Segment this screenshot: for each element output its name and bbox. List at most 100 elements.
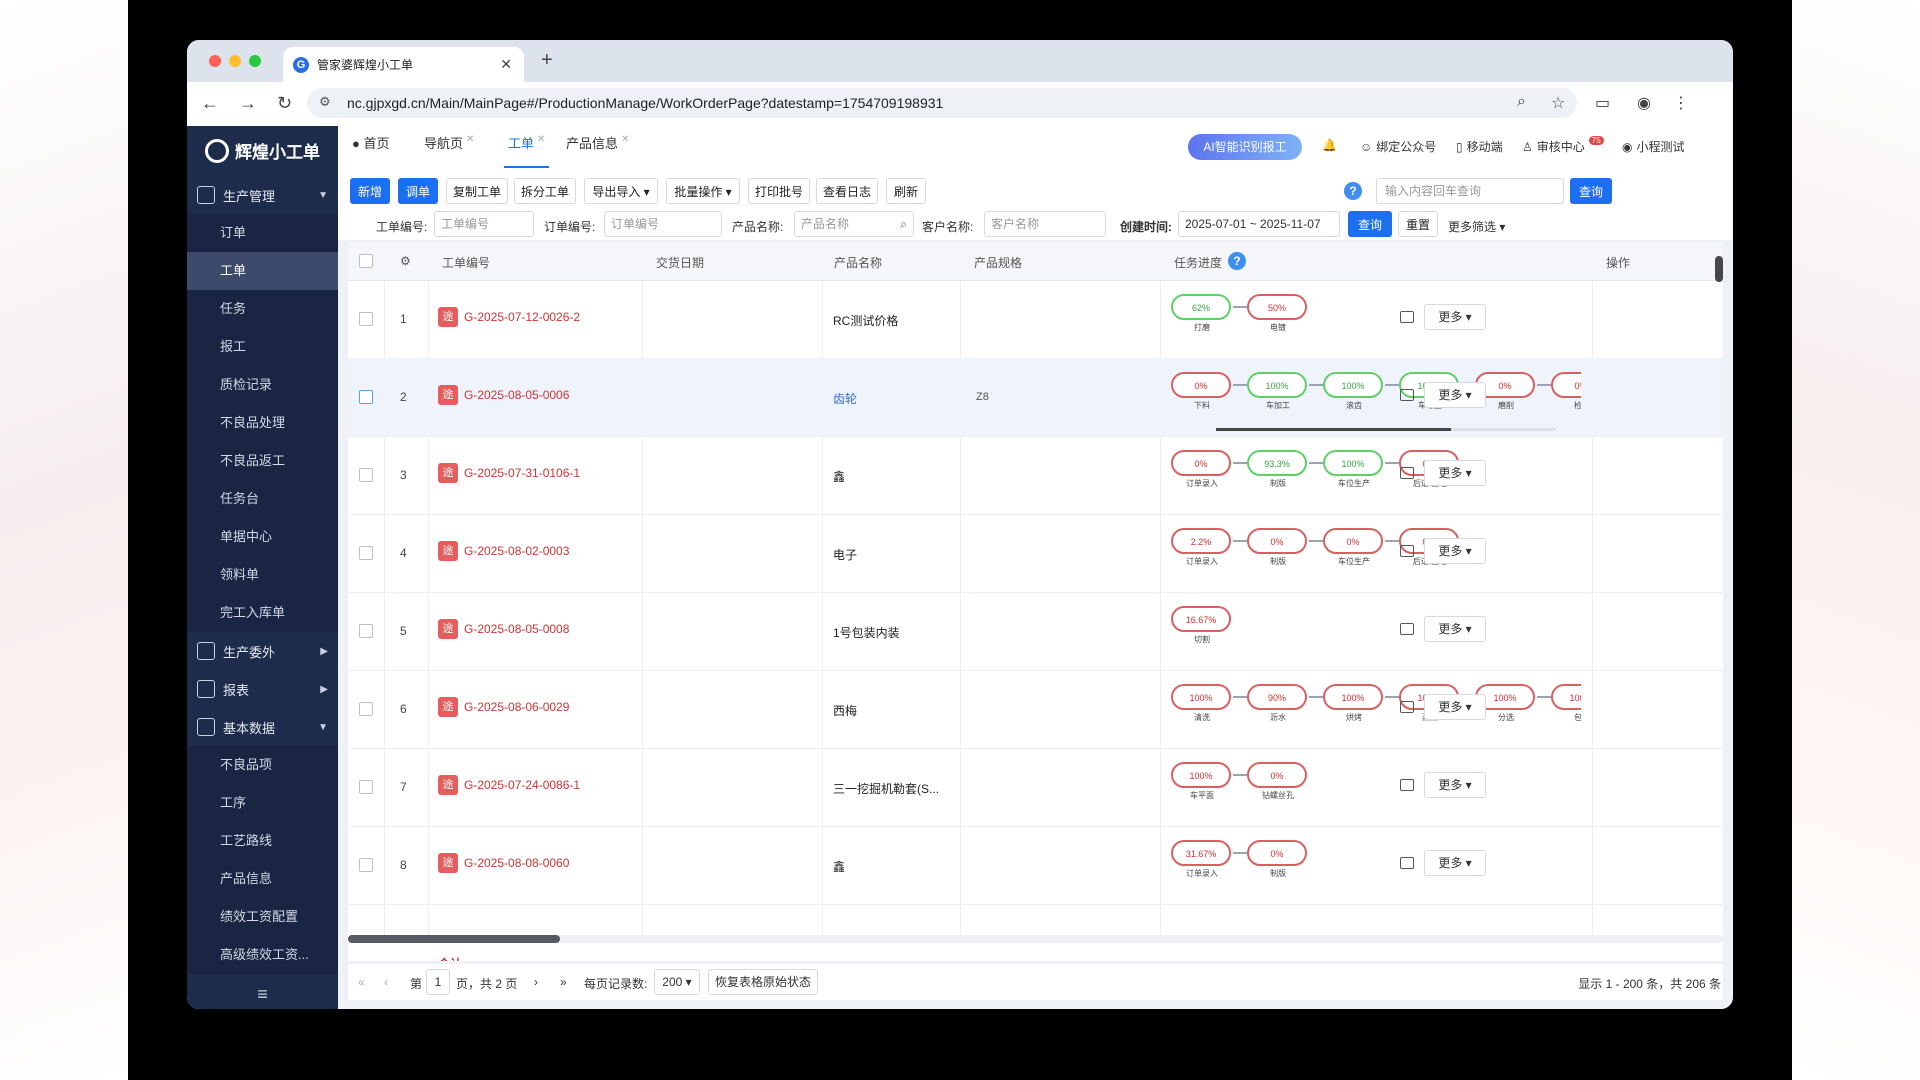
work-order-number[interactable]: G-2025-08-02-0003 bbox=[464, 544, 569, 558]
progress-step[interactable]: 0% 下料 bbox=[1171, 372, 1233, 411]
row-checkbox[interactable] bbox=[359, 468, 373, 482]
progress-step[interactable]: 0% 钻螺丝孔 bbox=[1247, 762, 1309, 801]
progress-step[interactable]: 2.2% 订单录入 bbox=[1171, 528, 1233, 567]
prev-page-icon[interactable]: ‹ bbox=[384, 975, 388, 989]
filter-reset-button[interactable]: 重置 bbox=[1398, 211, 1438, 237]
work-order-cell[interactable]: 途 G-2025-08-02-0003 bbox=[438, 541, 569, 561]
work-order-cell[interactable]: 途 G-2025-07-31-0106-1 bbox=[438, 463, 580, 483]
bind-account-link[interactable]: ☺ 绑定公众号 bbox=[1360, 138, 1436, 155]
work-order-number[interactable]: G-2025-07-12-0026-2 bbox=[464, 310, 580, 324]
date-range-picker[interactable]: 2025-07-01 ~ 2025-11-07 bbox=[1178, 211, 1340, 237]
more-button[interactable]: 更多 ▾ bbox=[1424, 616, 1486, 642]
progress-step[interactable]: 100% 滚齿 bbox=[1323, 372, 1385, 411]
row-checkbox[interactable] bbox=[359, 780, 373, 794]
sidebar-item[interactable]: 质检记录 bbox=[187, 366, 338, 404]
sidebar-group-production[interactable]: 生产管理 ▼ bbox=[187, 176, 338, 214]
wo-filter-input[interactable]: 工单编号 bbox=[434, 211, 534, 237]
work-order-cell[interactable]: 途 G-2025-08-05-0006 bbox=[438, 385, 569, 405]
progress-step[interactable]: 0% 检验 bbox=[1551, 372, 1581, 411]
close-icon[interactable]: ✕ bbox=[537, 134, 545, 145]
work-order-number[interactable]: G-2025-08-05-0006 bbox=[464, 388, 569, 402]
progress-step[interactable]: 0% 制版 bbox=[1247, 840, 1309, 879]
row-checkbox[interactable] bbox=[359, 702, 373, 716]
filter-query-button[interactable]: 查询 bbox=[1348, 211, 1392, 237]
sidebar-item[interactable]: 绩效工资配置 bbox=[187, 898, 338, 936]
sidebar-item[interactable]: 领料单 bbox=[187, 556, 338, 594]
sidebar-item[interactable]: 不良品返工 bbox=[187, 442, 338, 480]
sidebar-item[interactable]: 报工 bbox=[187, 328, 338, 366]
batch-operation-button[interactable]: 批量操作 ▾ bbox=[666, 178, 740, 204]
sidebar-item[interactable]: 不良品处理 bbox=[187, 404, 338, 442]
refresh-button[interactable]: 刷新 bbox=[886, 178, 926, 204]
more-button[interactable]: 更多 ▾ bbox=[1424, 850, 1486, 876]
customer-filter-input[interactable]: 客户名称 bbox=[984, 211, 1106, 237]
more-button[interactable]: 更多 ▾ bbox=[1424, 694, 1486, 720]
progress-step[interactable]: 50% 电镀 bbox=[1247, 294, 1309, 333]
row-checkbox[interactable] bbox=[359, 546, 373, 560]
user-menu[interactable]: ◉ 小程测试 bbox=[1622, 138, 1685, 155]
progress-scrollbar[interactable] bbox=[1216, 428, 1556, 431]
sidebar-item[interactable]: 任务 bbox=[187, 290, 338, 328]
printer-icon[interactable] bbox=[1400, 857, 1414, 869]
search-icon[interactable]: ⌕ bbox=[900, 212, 907, 236]
more-button[interactable]: 更多 ▾ bbox=[1424, 460, 1486, 486]
close-icon[interactable]: ✕ bbox=[466, 134, 474, 145]
column-settings-icon[interactable]: ⚙ bbox=[400, 254, 411, 268]
progress-step[interactable]: 62% 打磨 bbox=[1171, 294, 1233, 333]
next-page-icon[interactable]: › bbox=[534, 975, 538, 989]
sidebar-item[interactable]: 高级绩效工资... bbox=[187, 936, 338, 974]
row-checkbox[interactable] bbox=[359, 858, 373, 872]
printer-icon[interactable] bbox=[1400, 467, 1414, 479]
sidebar-group-outsourcing[interactable]: 生产委外 ▶ bbox=[187, 632, 338, 670]
table-row[interactable]: 4途G-2025-08-02-0003电子2.2%订单录入0%制版0%车位生产0… bbox=[348, 514, 1723, 593]
progress-step[interactable]: 100% 烘烤 bbox=[1323, 684, 1385, 723]
sidebar-group-reports[interactable]: 报表 ▶ bbox=[187, 670, 338, 708]
tab-search-icon[interactable]: ▭ bbox=[1595, 93, 1610, 113]
progress-step[interactable]: 93.3% 制版 bbox=[1247, 450, 1309, 489]
ai-report-button[interactable]: AI智能识别报工 bbox=[1188, 134, 1302, 160]
search-button[interactable]: 查询 bbox=[1570, 178, 1612, 204]
tab-work-order[interactable]: 工单 ✕ bbox=[504, 126, 550, 168]
sidebar-item[interactable]: 工单 bbox=[187, 252, 338, 290]
product-filter-input[interactable]: 产品名称 ⌕ bbox=[794, 211, 914, 237]
header-progress[interactable]: 任务进度 bbox=[1174, 254, 1222, 271]
bookmark-star-icon[interactable]: ☆ bbox=[1551, 93, 1565, 113]
printer-icon[interactable] bbox=[1400, 545, 1414, 557]
progress-step[interactable]: 90% 沥水 bbox=[1247, 684, 1309, 723]
table-row[interactable]: 1 途 G-2025-07-12-0026-2 RC测试价格 62% 打磨 50% 电镀 更多 … bbox=[348, 280, 1723, 359]
close-window-button[interactable] bbox=[209, 55, 221, 67]
table-row[interactable]: 6 途 G-2025-08-06-0029 西梅 100% 清洗 90% 沥水 100% 烘烤 10… bbox=[348, 670, 1723, 749]
vertical-scrollbar[interactable] bbox=[1715, 256, 1723, 282]
horizontal-scrollbar[interactable] bbox=[348, 935, 1723, 943]
view-log-button[interactable]: 查看日志 bbox=[816, 178, 878, 204]
close-icon[interactable]: ✕ bbox=[621, 134, 629, 145]
copy-work-order-button[interactable]: 复制工单 bbox=[446, 178, 508, 204]
page-input[interactable]: 1 bbox=[426, 969, 450, 995]
scrollbar-thumb[interactable] bbox=[348, 935, 560, 943]
search-input[interactable]: 输入内容回车查询 bbox=[1376, 178, 1564, 204]
notification-icon[interactable]: 🔔 bbox=[1322, 138, 1337, 152]
work-order-cell[interactable]: 途 G-2025-07-12-0026-2 bbox=[438, 307, 580, 327]
browser-menu-icon[interactable]: ⋮ bbox=[1673, 93, 1689, 113]
header-product[interactable]: 产品名称 bbox=[834, 254, 882, 271]
work-order-cell[interactable]: 途 G-2025-07-24-0086-1 bbox=[438, 775, 580, 795]
work-order-number[interactable]: G-2025-08-05-0008 bbox=[464, 622, 569, 636]
sidebar-item[interactable]: 工艺路线 bbox=[187, 822, 338, 860]
table-row[interactable]: 3 途 G-2025-07-31-0106-1 鑫 0% 订单录入 93.3% 制版 100% 车… bbox=[348, 436, 1723, 515]
forward-icon[interactable]: → bbox=[239, 93, 257, 114]
progress-step[interactable]: 100% 车平面 bbox=[1171, 762, 1233, 801]
header-delivery[interactable]: 交货日期 bbox=[656, 254, 704, 271]
reload-icon[interactable]: ↻ bbox=[277, 93, 292, 114]
browser-tab[interactable]: G 管家婆辉煌小工单 ✕ bbox=[283, 47, 524, 82]
printer-icon[interactable] bbox=[1400, 701, 1414, 713]
progress-step[interactable]: 16.67% 切割 bbox=[1171, 606, 1233, 645]
mobile-link[interactable]: ▯ 移动端 bbox=[1456, 138, 1503, 155]
new-tab-button[interactable]: + bbox=[541, 49, 553, 72]
work-order-number[interactable]: G-2025-08-06-0029 bbox=[464, 700, 569, 714]
sidebar-group-basic-data[interactable]: 基本数据 ▼ bbox=[187, 708, 338, 746]
more-filters-link[interactable]: 更多筛选 ▾ bbox=[1448, 218, 1505, 235]
back-icon[interactable]: ← bbox=[201, 93, 219, 114]
product-name[interactable]: 齿轮 bbox=[833, 390, 953, 407]
sidebar-item[interactable]: 工序 bbox=[187, 784, 338, 822]
row-checkbox[interactable] bbox=[359, 312, 373, 326]
